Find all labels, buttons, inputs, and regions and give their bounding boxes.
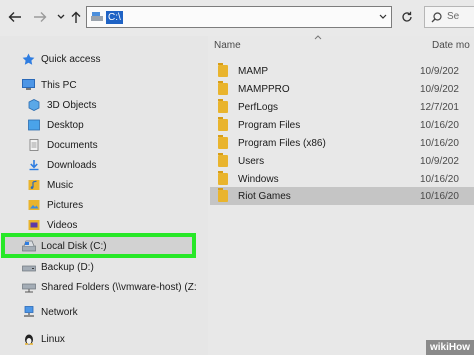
refresh-button[interactable] bbox=[396, 6, 418, 28]
folder-icon bbox=[218, 99, 228, 113]
drive-icon bbox=[91, 12, 103, 21]
file-date: 10/16/20 bbox=[420, 190, 459, 202]
sidebar-item-label: Local Disk (C:) bbox=[41, 240, 107, 252]
sidebar-item-pictures[interactable]: Pictures bbox=[28, 196, 83, 214]
search-icon bbox=[431, 12, 442, 23]
network-drive-icon bbox=[22, 281, 36, 293]
drive-icon bbox=[22, 240, 36, 252]
table-row[interactable]: Windows 10/16/20 bbox=[210, 170, 474, 188]
folder-icon bbox=[218, 63, 228, 77]
desktop-icon bbox=[28, 119, 42, 131]
sort-ascending-chevron-icon[interactable] bbox=[314, 33, 322, 42]
folder-icon bbox=[218, 135, 228, 149]
documents-icon bbox=[28, 139, 42, 151]
file-name: Riot Games bbox=[238, 190, 291, 202]
back-arrow-icon[interactable] bbox=[4, 6, 26, 28]
sidebar-item-shared-folders-z[interactable]: Shared Folders (\\vmware-host) (Z: bbox=[22, 278, 197, 296]
table-row[interactable]: MAMP 10/9/202 bbox=[210, 62, 474, 80]
sidebar-item-label: This PC bbox=[41, 79, 77, 91]
sidebar-item-videos[interactable]: Videos bbox=[28, 216, 77, 234]
file-name: Program Files bbox=[238, 119, 301, 131]
file-date: 10/9/202 bbox=[420, 155, 459, 167]
downloads-icon bbox=[28, 159, 42, 171]
folder-icon bbox=[218, 117, 228, 131]
sidebar-item-quick-access[interactable]: Quick access bbox=[22, 50, 100, 68]
cube-icon bbox=[28, 99, 42, 111]
file-list-pane: Name Date mo MAMP 10/9/202 MAMPPRO 10/9/… bbox=[208, 33, 474, 355]
table-row[interactable]: Users 10/9/202 bbox=[210, 152, 474, 170]
address-bar[interactable]: C:\ bbox=[86, 6, 392, 28]
address-path[interactable]: C:\ bbox=[106, 11, 123, 24]
table-row[interactable]: MAMPPRO 10/9/202 bbox=[210, 80, 474, 98]
sidebar-item-label: 3D Objects bbox=[47, 99, 97, 111]
sidebar-item-3d-objects[interactable]: 3D Objects bbox=[28, 96, 96, 114]
file-name: Windows bbox=[238, 173, 279, 185]
sidebar-item-label: Quick access bbox=[41, 53, 101, 65]
folder-icon bbox=[218, 153, 228, 167]
sidebar-item-label: Documents bbox=[47, 139, 98, 151]
sidebar-item-network[interactable]: Network bbox=[22, 303, 78, 321]
sidebar-item-label: Pictures bbox=[47, 199, 84, 211]
sidebar-item-this-pc[interactable]: This PC bbox=[22, 76, 77, 94]
pictures-icon bbox=[28, 199, 42, 211]
linux-icon bbox=[22, 333, 36, 345]
network-icon bbox=[22, 306, 36, 318]
sidebar-item-documents[interactable]: Documents bbox=[28, 136, 98, 154]
search-placeholder: Se bbox=[447, 11, 460, 22]
pc-icon bbox=[22, 79, 36, 91]
address-dropdown-chevron-icon[interactable] bbox=[379, 14, 387, 20]
file-date: 10/16/20 bbox=[420, 137, 459, 149]
sidebar-item-linux[interactable]: Linux bbox=[22, 330, 65, 348]
watermark: wikiHow bbox=[425, 340, 474, 355]
toolbar: C:\ Se bbox=[0, 0, 474, 36]
file-date: 10/16/20 bbox=[420, 173, 459, 185]
navigation-pane: Quick access This PC 3D Objects Desktop … bbox=[0, 36, 208, 355]
star-icon bbox=[22, 53, 36, 65]
videos-icon bbox=[28, 219, 42, 231]
sidebar-item-label: Desktop bbox=[47, 119, 84, 131]
sidebar-item-label: Linux bbox=[41, 333, 65, 345]
sidebar-item-label: Downloads bbox=[47, 159, 97, 171]
folder-icon bbox=[218, 171, 228, 185]
sidebar-item-music[interactable]: Music bbox=[28, 176, 73, 194]
refresh-icon bbox=[402, 11, 412, 22]
sidebar-item-label: Network bbox=[41, 306, 78, 318]
file-name: Users bbox=[238, 155, 265, 167]
folder-icon bbox=[218, 188, 228, 202]
table-row-selected[interactable]: Riot Games 10/16/20 bbox=[210, 187, 474, 205]
sidebar-item-downloads[interactable]: Downloads bbox=[28, 156, 96, 174]
file-name: MAMP bbox=[238, 65, 268, 77]
column-header-name[interactable]: Name bbox=[214, 40, 241, 51]
drive-icon bbox=[22, 261, 36, 273]
recent-locations-chevron-icon[interactable] bbox=[54, 6, 68, 28]
file-name: PerfLogs bbox=[238, 101, 279, 113]
file-date: 10/16/20 bbox=[420, 119, 459, 131]
music-icon bbox=[28, 179, 42, 191]
file-name: MAMPPRO bbox=[238, 83, 290, 95]
table-row[interactable]: PerfLogs 12/7/201 bbox=[210, 98, 474, 116]
column-header-date-modified[interactable]: Date mo bbox=[432, 40, 470, 51]
sidebar-item-backup-d[interactable]: Backup (D:) bbox=[22, 258, 94, 276]
sidebar-item-local-disk-c[interactable]: Local Disk (C:) bbox=[22, 237, 107, 255]
file-date: 12/7/201 bbox=[420, 101, 459, 113]
sidebar-item-label: Music bbox=[47, 179, 74, 191]
table-row[interactable]: Program Files 10/16/20 bbox=[210, 116, 474, 134]
file-date: 10/9/202 bbox=[420, 65, 459, 77]
file-date: 10/9/202 bbox=[420, 83, 459, 95]
file-name: Program Files (x86) bbox=[238, 137, 326, 149]
folder-icon bbox=[218, 81, 228, 95]
sidebar-item-label: Videos bbox=[47, 219, 78, 231]
search-box[interactable]: Se bbox=[424, 6, 474, 28]
sidebar-item-label: Shared Folders (\\vmware-host) (Z: bbox=[41, 281, 197, 293]
up-arrow-icon[interactable] bbox=[68, 6, 84, 28]
table-row[interactable]: Program Files (x86) 10/16/20 bbox=[210, 134, 474, 152]
sidebar-item-desktop[interactable]: Desktop bbox=[28, 116, 84, 134]
forward-arrow-icon[interactable] bbox=[30, 6, 50, 28]
sidebar-item-label: Backup (D:) bbox=[41, 261, 94, 273]
